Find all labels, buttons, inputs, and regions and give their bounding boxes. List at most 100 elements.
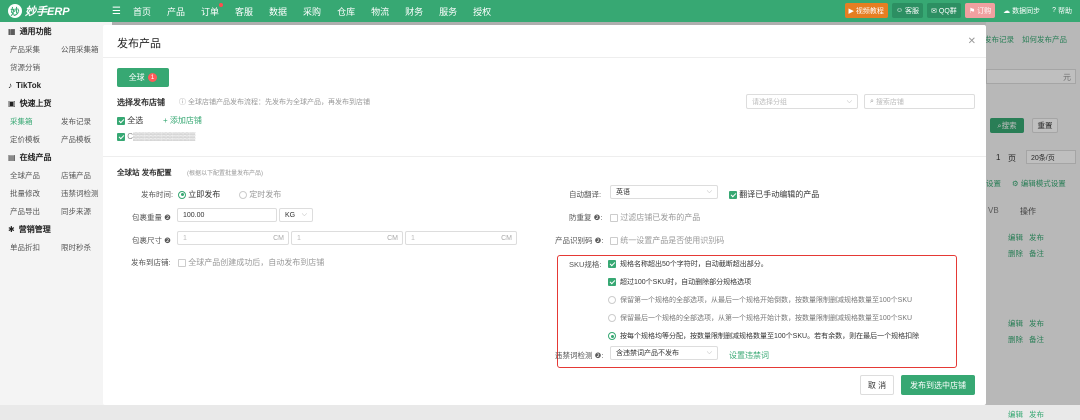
sku-option[interactable]: 超过100个SKU时，自动删除部分规格选项 xyxy=(608,277,751,287)
weight-input[interactable]: 100.00 xyxy=(177,208,277,222)
sidebar-section[interactable]: ✱ 营销管理 xyxy=(0,220,112,238)
qq-group-label: QQ群 xyxy=(938,7,957,15)
sku-option-text: 按每个规格均等分配，按数量限制删减规格数量至100个SKU。若有余数，则在最后一… xyxy=(620,333,920,340)
notification-dot xyxy=(219,2,224,7)
sidebar-item[interactable]: 全球产品 xyxy=(10,170,61,181)
subscribe-button[interactable]: ⚑ 订购 xyxy=(964,3,996,18)
box-icon: ▤ xyxy=(8,152,16,162)
sku-option[interactable]: 保留第一个规格的全部选项，从最后一个规格开始倒数，按数量限制删减规格数量至100… xyxy=(608,295,912,305)
product-code-checkbox[interactable]: 统一设置产品是否使用识别码 xyxy=(610,235,724,246)
anti-dup-check-icon xyxy=(610,213,618,222)
shop-hint-text: 全球店铺产品发布流程：先发布为全球产品，再发布到店铺 xyxy=(187,99,370,106)
radio-on-icon xyxy=(178,190,186,199)
sku-option[interactable]: 保留最后一个规格的全部选项，从第一个规格开始计数，按数量限制删减规格数量至100… xyxy=(608,313,912,323)
sku-option[interactable]: 按每个规格均等分配，按数量限制删减规格数量至100个SKU。若有余数，则在最后一… xyxy=(608,331,919,341)
to-shop-checkbox[interactable]: 全球产品创建成功后，自动发布到店铺 xyxy=(178,257,324,268)
sidebar-section[interactable]: ▣ 快速上货 xyxy=(0,94,112,112)
help-icon: ❷ xyxy=(594,351,602,360)
sidebar-item[interactable]: 产品导出 xyxy=(10,206,61,217)
size-length-unit: CM xyxy=(273,234,284,242)
publish-to-selected-button[interactable]: 发布到选中店铺 xyxy=(901,375,975,395)
shop-search-input[interactable]: ⌕ 搜索店铺 xyxy=(864,94,975,109)
anti-dup-label-text: 防重复 xyxy=(569,213,592,222)
nav-item-1[interactable]: 产品 xyxy=(159,5,193,18)
translate-manual-checkbox[interactable]: 翻译已手动编辑的产品 xyxy=(729,189,819,200)
row-action-link[interactable]: 编辑 xyxy=(1008,410,1023,419)
info-icon: ⓘ xyxy=(179,99,186,106)
radio-icon xyxy=(608,296,616,305)
logo-mark-icon: 妙 xyxy=(8,4,22,18)
sidebar-row: 产品导出 同步来源 xyxy=(0,202,112,220)
customer-service-button[interactable]: ☺ 客服 xyxy=(891,3,924,18)
sidebar-section[interactable]: ▤ 在线产品 xyxy=(0,148,112,166)
app-logo[interactable]: 妙 妙手ERP xyxy=(0,3,112,19)
forbidden-select[interactable]: 含违禁词产品不发布 ⌵ xyxy=(610,346,718,360)
sku-option-text: 超过100个SKU时，自动删除部分规格选项 xyxy=(620,279,752,286)
checkbox-icon xyxy=(608,260,616,269)
size-width-input[interactable]: 1 CM xyxy=(291,231,403,245)
anti-dup-label: 防重复 ❷: xyxy=(569,213,603,222)
help-button[interactable]: ? 帮助 xyxy=(1048,3,1076,18)
cancel-button[interactable]: 取 消 xyxy=(860,375,894,395)
publish-now-radio[interactable]: 立即发布 xyxy=(178,189,220,200)
sidebar-item[interactable]: 单品折扣 xyxy=(10,242,61,253)
nav-item-8[interactable]: 财务 xyxy=(397,5,431,18)
nav-item-4[interactable]: 数据 xyxy=(261,5,295,18)
tab-global[interactable]: 全球 1 xyxy=(117,68,169,87)
add-shop-link[interactable]: + 添加店铺 xyxy=(163,115,202,126)
publish-product-modal: 发布产品 ✕ 全球 1 选择发布店铺 ⓘ 全球店铺产品发布流程：先发布为全球产品… xyxy=(103,25,986,405)
sidebar-section-label: 通用功能 xyxy=(19,26,52,36)
publish-scheduled-label: 定时发布 xyxy=(249,190,282,199)
chevron-down-icon: ⌵ xyxy=(706,349,712,356)
row-action-link[interactable]: 发布 xyxy=(1029,410,1044,419)
nav-item-10[interactable]: 授权 xyxy=(465,5,499,18)
tab-global-badge: 1 xyxy=(147,73,158,82)
nav-item-5[interactable]: 采购 xyxy=(295,5,329,18)
sidebar-item[interactable]: 定价模板 xyxy=(10,134,61,145)
help-icon: ❷ xyxy=(593,213,601,222)
nav-item-3[interactable]: 客服 xyxy=(227,5,261,18)
nav-item-9[interactable]: 服务 xyxy=(431,5,465,18)
main-nav: 首页 产品 订单 客服 数据 采购 仓库 物流 财务 服务 授权 xyxy=(125,2,499,18)
sidebar-section[interactable]: ▦ 通用功能 xyxy=(0,22,112,40)
sidebar-item[interactable]: 货源分销 xyxy=(10,62,61,73)
anti-dup-checkbox[interactable]: 过滤店铺已发布的产品 xyxy=(610,212,700,223)
size-width-unit: CM xyxy=(387,234,398,242)
forbidden-settings-link[interactable]: 设置违禁词 xyxy=(729,350,769,361)
publish-scheduled-radio[interactable]: 定时发布 xyxy=(239,189,281,200)
group-select-placeholder: 请选择分组 xyxy=(752,98,787,106)
size-height-input[interactable]: 1 CM xyxy=(405,231,517,245)
sidebar-item[interactable]: 采集箱 xyxy=(10,116,61,127)
anti-dup-text: 过滤店铺已发布的产品 xyxy=(620,213,701,222)
qq-group-button[interactable]: ✉ QQ群 xyxy=(927,3,961,18)
video-tutorial-label: 视频教程 xyxy=(855,7,884,15)
auto-translate-select[interactable]: 英语 ⌵ xyxy=(610,185,718,199)
sku-option[interactable]: 规格名称超出50个字符时，自动截断超出部分。 xyxy=(608,259,768,269)
sidebar-section[interactable]: ♪ TikTok xyxy=(0,76,112,94)
size-label: 包裹尺寸 ❷ xyxy=(132,235,171,246)
publish-time-label: 发布时间: xyxy=(141,190,174,199)
sidebar-section-label: TikTok xyxy=(16,80,42,90)
weight-unit-select[interactable]: KG ⌵ xyxy=(279,208,313,222)
chevron-down-icon: ⌵ xyxy=(706,188,712,195)
sidebar-row: 定价模板 产品模板 xyxy=(0,130,112,148)
close-icon[interactable]: ✕ xyxy=(968,36,976,47)
sidebar-row: 单品折扣 限时秒杀 xyxy=(0,238,112,256)
nav-item-0[interactable]: 首页 xyxy=(125,5,159,18)
video-tutorial-button[interactable]: ▶ 视频教程 xyxy=(844,3,888,18)
sidebar-item[interactable]: 批量修改 xyxy=(10,188,61,199)
nav-item-2[interactable]: 订单 xyxy=(193,2,227,18)
group-select[interactable]: 请选择分组 ⌵ xyxy=(746,94,858,109)
product-code-text: 统一设置产品是否使用识别码 xyxy=(620,236,725,245)
auto-translate-value: 英语 xyxy=(616,189,630,196)
select-all-checkbox[interactable]: 全选 xyxy=(117,115,143,126)
shop-search-placeholder: 搜索店铺 xyxy=(875,98,904,106)
size-length-input[interactable]: 1 CM xyxy=(177,231,289,245)
data-sync-button[interactable]: ☁ 数据同步 xyxy=(999,3,1044,18)
menu-toggle-icon[interactable]: ☰ xyxy=(112,6,121,17)
to-shop-check-icon xyxy=(178,258,186,267)
nav-item-7[interactable]: 物流 xyxy=(363,5,397,18)
sidebar-item[interactable]: 产品采集 xyxy=(10,44,61,55)
nav-item-6[interactable]: 仓库 xyxy=(329,5,363,18)
shop-checkbox[interactable]: C▒▒▒▒▒▒▒▒▒▒▒ xyxy=(117,132,195,141)
